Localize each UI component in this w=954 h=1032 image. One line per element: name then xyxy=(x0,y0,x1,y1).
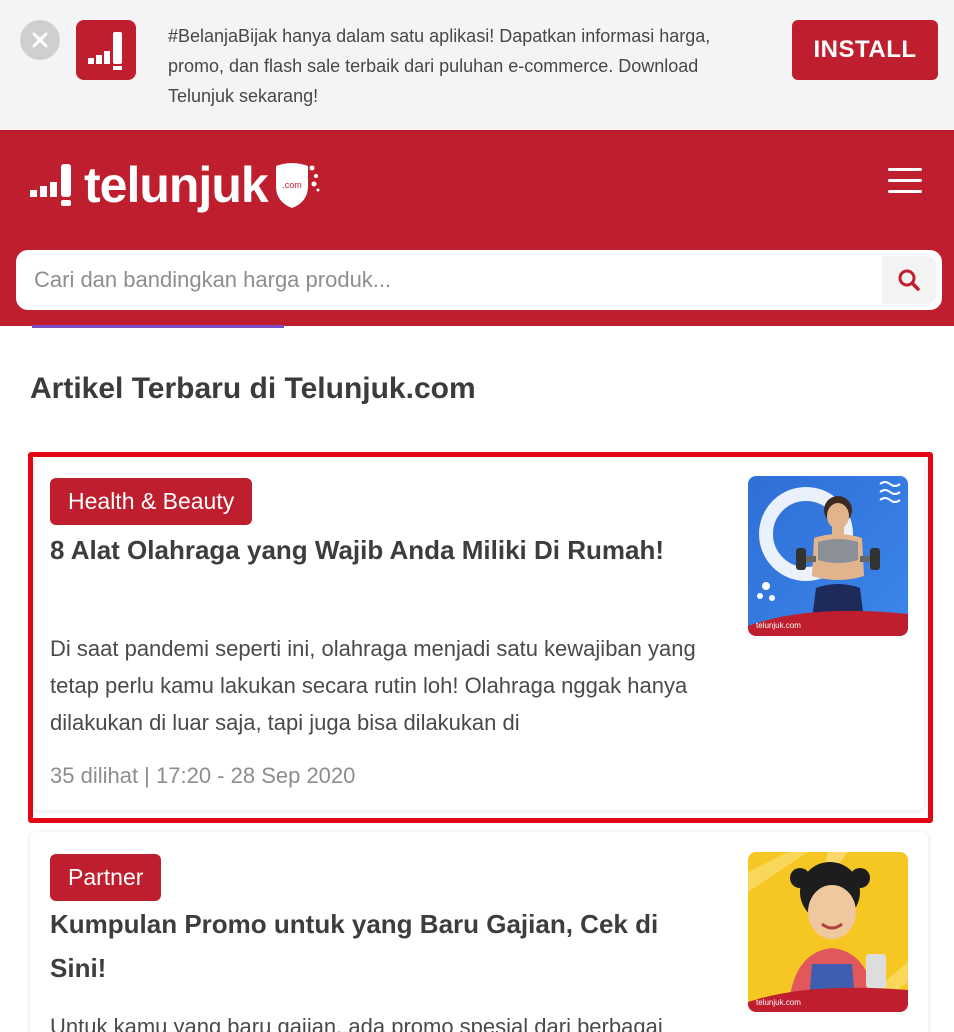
search-button[interactable] xyxy=(882,256,936,304)
promo-photo-image: telunjuk.com xyxy=(748,852,908,1012)
close-icon xyxy=(32,32,48,48)
article-thumbnail[interactable]: telunjuk.com xyxy=(748,852,908,1012)
scroll-indicator-strip xyxy=(32,325,284,328)
telunjuk-bars-icon xyxy=(30,164,71,206)
install-button[interactable]: INSTALL xyxy=(792,20,938,80)
logo-wordmark: telunjuk xyxy=(84,157,269,213)
article-title[interactable]: Kumpulan Promo untuk yang Baru Gajian, C… xyxy=(50,902,690,990)
category-badge[interactable]: Partner xyxy=(50,854,162,901)
article-card[interactable]: Partner Kumpulan Promo untuk yang Baru G… xyxy=(30,832,928,1032)
app-install-banner: #BelanjaBijak hanya dalam satu aplikasi!… xyxy=(0,0,954,130)
search-icon xyxy=(898,269,920,291)
logo-domain: .com xyxy=(282,180,302,190)
menu-line xyxy=(888,179,922,182)
hamburger-menu-button[interactable] xyxy=(888,168,924,198)
menu-line xyxy=(888,168,922,171)
menu-line xyxy=(888,190,922,193)
close-banner-button[interactable] xyxy=(20,20,60,60)
banner-message: #BelanjaBijak hanya dalam satu aplikasi!… xyxy=(168,26,711,106)
search-input[interactable] xyxy=(16,250,866,310)
section-title: Artikel Terbaru di Telunjuk.com xyxy=(30,372,476,405)
article-excerpt: Untuk kamu yang baru gajian, ada promo s… xyxy=(50,1014,663,1032)
app-logo-icon xyxy=(76,20,136,80)
thumbnail-watermark: telunjuk.com xyxy=(756,998,801,1007)
search-bar xyxy=(16,250,942,310)
site-header: telunjuk .com xyxy=(0,130,954,326)
site-logo[interactable]: telunjuk .com xyxy=(30,154,320,216)
shield-badge-icon: .com xyxy=(275,163,320,208)
highlight-frame xyxy=(28,452,933,823)
